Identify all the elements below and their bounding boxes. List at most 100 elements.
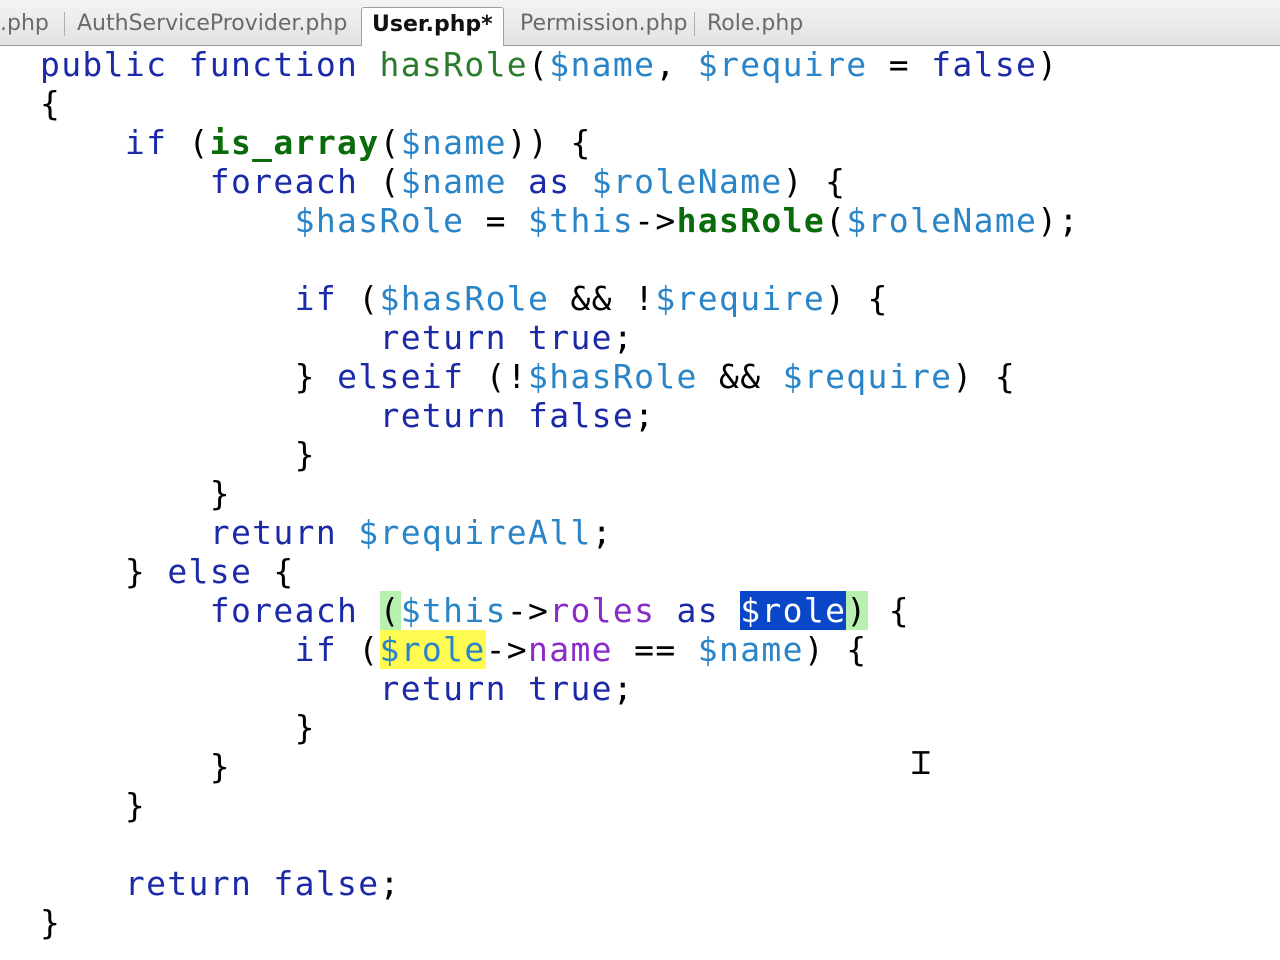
- code-line-20: }: [40, 788, 146, 824]
- method-name: hasRole: [676, 201, 826, 240]
- variable: $require: [655, 279, 826, 318]
- function-name: is_array: [209, 123, 380, 162]
- brace: }: [209, 747, 231, 786]
- punct: =: [867, 45, 932, 84]
- code-line-3: if (is_array($name)) {: [40, 125, 592, 161]
- bracket-match-highlight: (: [379, 591, 401, 630]
- code-line-14: } else {: [40, 554, 295, 590]
- keyword: true: [506, 669, 613, 708]
- selected-text: $role: [740, 591, 847, 630]
- punct: }: [294, 357, 338, 396]
- variable: $name: [697, 630, 804, 669]
- keyword: as: [655, 591, 741, 630]
- tab-php[interactable]: .php: [0, 7, 49, 41]
- code-line-10: return false;: [40, 398, 655, 434]
- brace: }: [124, 786, 147, 825]
- code-line-7: if ($hasRole && !$require) {: [40, 281, 889, 317]
- punct: &&: [697, 357, 783, 396]
- punct: ->: [506, 591, 550, 630]
- code-line-13: return $requireAll;: [40, 515, 613, 551]
- punct: [358, 591, 379, 630]
- keyword: return: [379, 396, 507, 435]
- variable: $hasRole: [528, 357, 698, 396]
- code-line-15: foreach ($this->roles as $role) {: [40, 591, 910, 630]
- punct: (: [528, 45, 550, 84]
- keyword: as: [506, 162, 592, 201]
- punct: ): [1037, 45, 1059, 84]
- code-line-18: }: [40, 710, 316, 746]
- keyword: function: [188, 45, 359, 84]
- code-line-17: return true;: [40, 671, 634, 707]
- punct: ) {: [952, 357, 1017, 396]
- punct: ,: [655, 45, 698, 84]
- keyword: true: [506, 318, 613, 357]
- text-cursor-icon: Ɪ: [912, 744, 930, 782]
- variable: $roleName: [591, 162, 783, 201]
- code-line-8: return true;: [40, 320, 634, 356]
- punct: {: [252, 552, 295, 591]
- keyword: return: [124, 864, 253, 903]
- punct: && !: [549, 279, 656, 318]
- punct: );: [1037, 201, 1080, 240]
- code-line-1: public function hasRole($name, $require …: [40, 47, 1059, 83]
- punct: ->: [485, 630, 529, 669]
- tab-permission[interactable]: Permission.php: [520, 7, 688, 41]
- punct: }: [124, 552, 168, 591]
- keyword: if: [294, 630, 338, 669]
- punct: (: [337, 630, 380, 669]
- keyword: else: [167, 552, 253, 591]
- brace: }: [294, 435, 316, 474]
- punct: ;: [591, 513, 613, 552]
- tab-authserviceprovider[interactable]: AuthServiceProvider.php: [77, 7, 347, 41]
- code-line-16: if ($role->name == $name) {: [40, 630, 868, 669]
- brace: }: [40, 903, 62, 942]
- variable: $require: [782, 357, 953, 396]
- variable: $require: [697, 45, 868, 84]
- keyword: false: [506, 396, 635, 435]
- code-line-22: return false;: [40, 866, 401, 902]
- punct: (: [167, 123, 210, 162]
- punct: ->: [634, 201, 677, 240]
- keyword: foreach: [209, 162, 359, 201]
- variable: $this: [400, 591, 507, 630]
- punct: (: [379, 123, 401, 162]
- keyword: return: [379, 318, 507, 357]
- punct: ;: [612, 318, 635, 357]
- punct: ;: [634, 396, 656, 435]
- keyword: false: [931, 45, 1038, 84]
- code-line-19: }: [40, 749, 231, 785]
- tab-user-active[interactable]: User.php*: [361, 7, 504, 46]
- function-name: hasRole: [379, 45, 529, 84]
- code-line-11: }: [40, 437, 316, 473]
- keyword: false: [252, 864, 380, 903]
- punct: (: [358, 162, 401, 201]
- punct: =: [464, 201, 529, 240]
- code-editor[interactable]: public function hasRole($name, $require …: [0, 47, 1280, 960]
- keyword: elseif: [337, 357, 465, 396]
- code-line-5: $hasRole = $this->hasRole($roleName);: [40, 203, 1080, 239]
- property: roles: [549, 591, 656, 630]
- punct: (: [337, 279, 380, 318]
- keyword: public: [40, 45, 168, 84]
- bracket-match-highlight: ): [846, 591, 868, 630]
- keyword: return: [209, 513, 338, 552]
- variable: $name: [400, 123, 507, 162]
- punct: ;: [379, 864, 401, 903]
- tab-separator: [64, 12, 65, 36]
- punct: ) {: [782, 162, 847, 201]
- code-line-4: foreach ($name as $roleName) {: [40, 164, 846, 200]
- punct: ;: [612, 669, 635, 708]
- punct: (: [825, 201, 847, 240]
- punct: )) {: [506, 123, 592, 162]
- tab-separator: [694, 12, 695, 36]
- code-line-23: }: [40, 905, 61, 941]
- code-line-9: } elseif (!$hasRole && $require) {: [40, 359, 1016, 395]
- keyword: if: [294, 279, 338, 318]
- keyword: foreach: [209, 591, 359, 630]
- tab-role[interactable]: Role.php: [707, 7, 803, 41]
- code-line-2: {: [40, 86, 61, 122]
- brace: }: [209, 474, 231, 513]
- punct: {: [867, 591, 910, 630]
- property: name: [528, 630, 613, 669]
- tab-bar: .php AuthServiceProvider.php User.php* P…: [0, 0, 1280, 46]
